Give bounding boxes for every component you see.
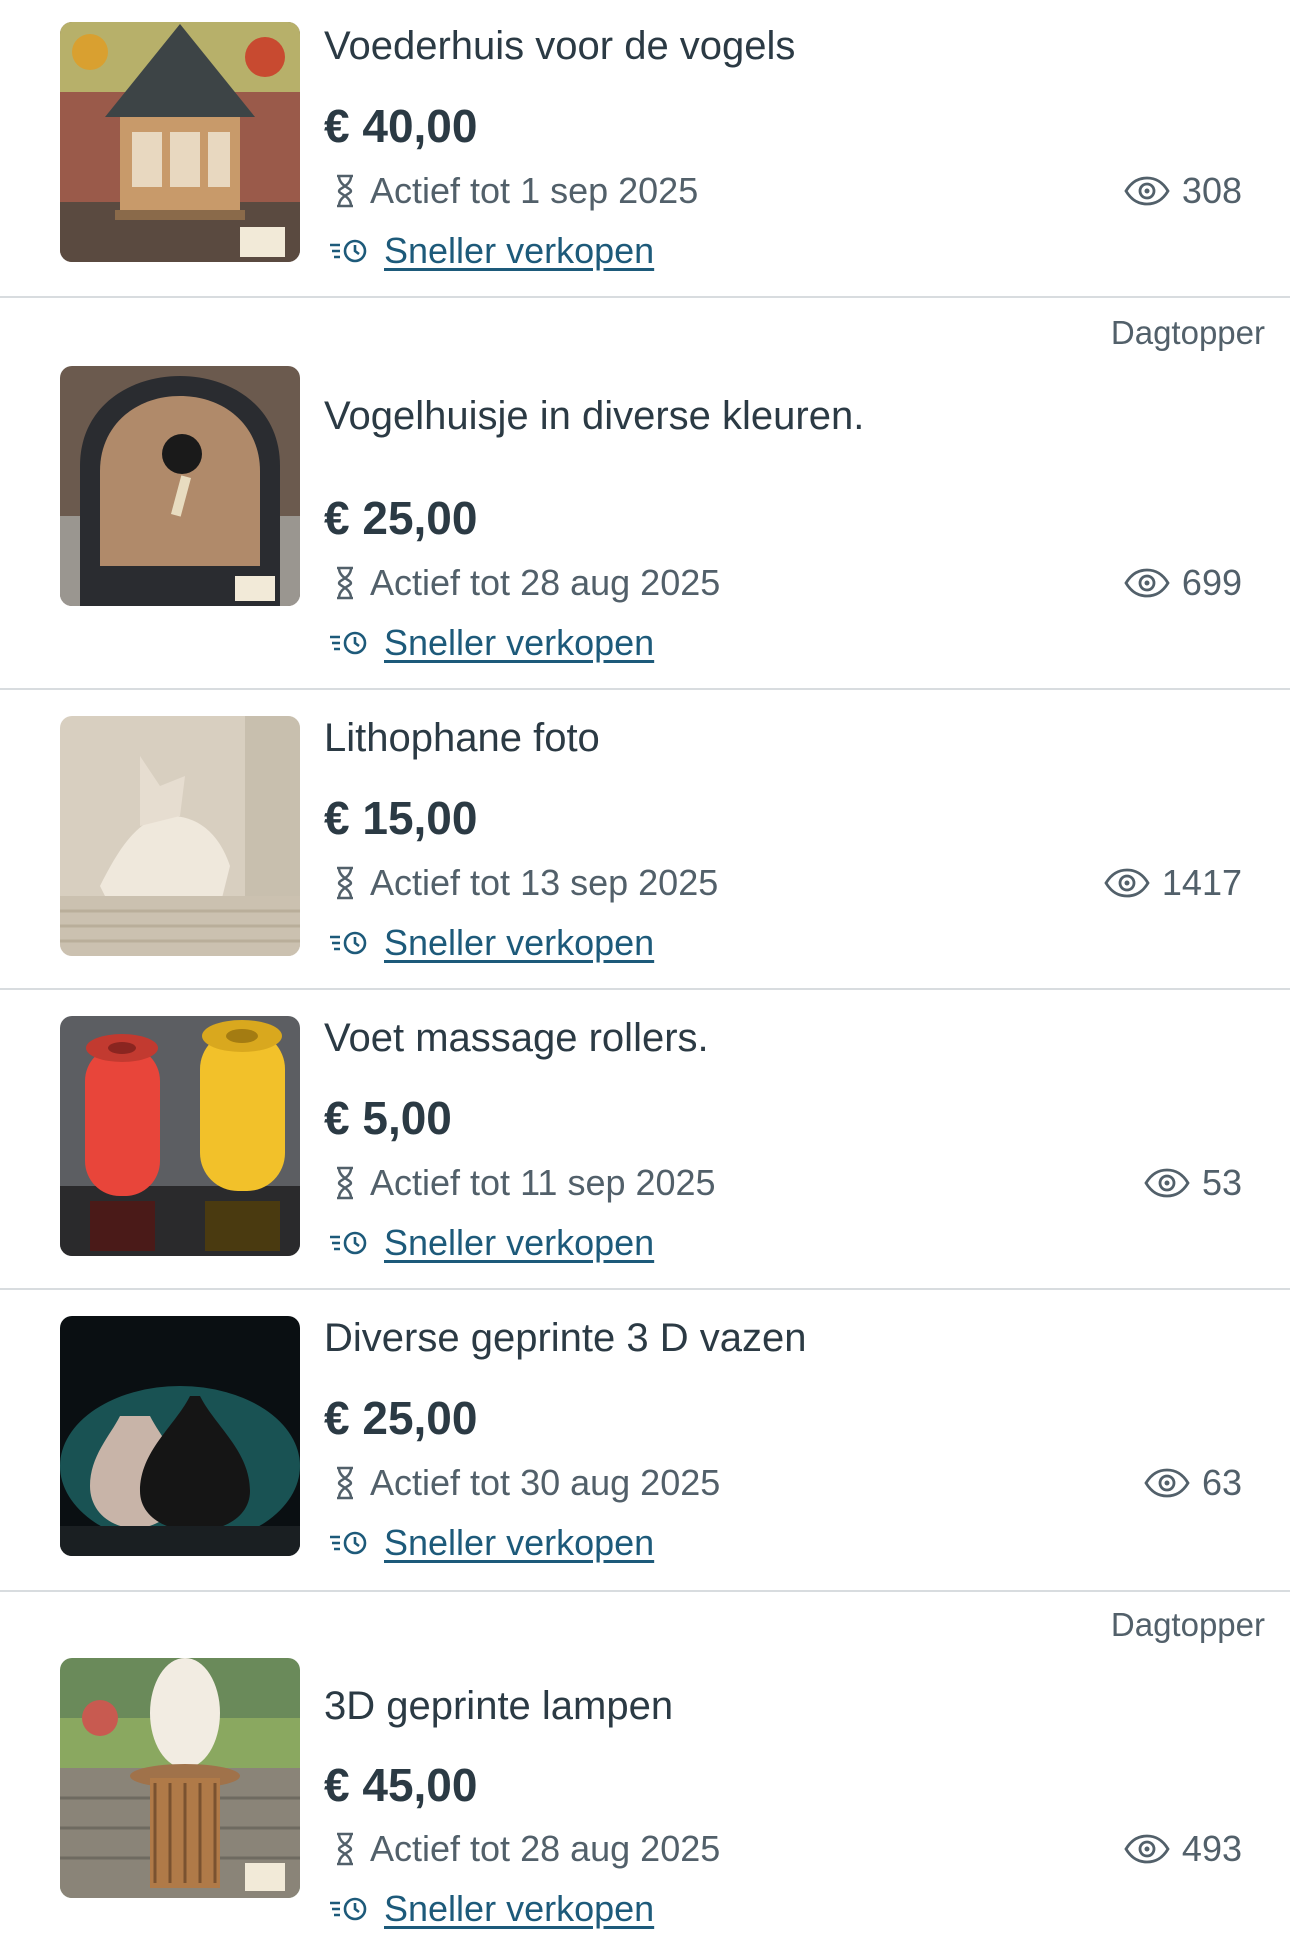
view-count-value: 1417 bbox=[1161, 862, 1242, 903]
birdhouse-image bbox=[60, 366, 300, 606]
massage-rollers-image bbox=[60, 1016, 300, 1256]
sneller-verkopen-link[interactable]: Sneller verkopen bbox=[384, 1888, 654, 1930]
bird-feeder-image bbox=[60, 22, 300, 262]
hourglass-icon bbox=[337, 1166, 353, 1200]
boost-clock-icon bbox=[330, 1897, 367, 1921]
boost-clock-icon bbox=[330, 931, 367, 955]
sneller-verkopen-link[interactable]: Sneller verkopen bbox=[384, 1522, 654, 1564]
boost-clock-icon bbox=[330, 631, 367, 655]
eye-icon bbox=[1144, 1168, 1190, 1198]
listing-price: € 25,00 bbox=[324, 492, 478, 544]
listing-title[interactable]: Lithophane foto bbox=[324, 716, 600, 761]
expiry-text: Actief tot 28 aug 2025 bbox=[370, 1828, 721, 1869]
listing-title[interactable]: 3D geprinte lampen bbox=[324, 1684, 673, 1729]
boost-action[interactable]: Sneller verkopen bbox=[328, 1888, 654, 1930]
view-count-value: 493 bbox=[1181, 1828, 1242, 1869]
view-count: 53 bbox=[1144, 1162, 1242, 1204]
eye-icon bbox=[1124, 176, 1170, 206]
expiry-text: Actief tot 11 sep 2025 bbox=[370, 1162, 716, 1203]
listing-item[interactable]: Voet massage rollers. € 5,00 Actief tot … bbox=[0, 990, 1290, 1290]
lamp-image bbox=[60, 1658, 300, 1898]
expiry-text: Actief tot 13 sep 2025 bbox=[370, 862, 719, 903]
hourglass-icon bbox=[337, 1832, 353, 1866]
listing-price: € 15,00 bbox=[324, 792, 478, 844]
expiry-text: Actief tot 28 aug 2025 bbox=[370, 562, 721, 603]
boost-clock-icon bbox=[330, 1531, 367, 1555]
view-count-value: 699 bbox=[1181, 562, 1242, 603]
eye-icon bbox=[1144, 1468, 1190, 1498]
hourglass-icon bbox=[337, 566, 353, 600]
expiry-text: Actief tot 1 sep 2025 bbox=[370, 170, 699, 211]
boost-action[interactable]: Sneller verkopen bbox=[328, 230, 654, 272]
listing-title[interactable]: Voet massage rollers. bbox=[324, 1016, 709, 1061]
boost-clock-icon bbox=[330, 1231, 367, 1255]
listing-item[interactable]: Diverse geprinte 3 D vazen € 25,00 Actie… bbox=[0, 1290, 1290, 1592]
listing-price: € 45,00 bbox=[324, 1759, 478, 1811]
view-count: 699 bbox=[1124, 562, 1242, 604]
sneller-verkopen-link[interactable]: Sneller verkopen bbox=[384, 230, 654, 272]
listing-expiry: Actief tot 28 aug 2025 bbox=[334, 1828, 720, 1870]
listing-expiry: Actief tot 1 sep 2025 bbox=[334, 170, 698, 212]
listing-price: € 40,00 bbox=[324, 100, 478, 152]
listing-expiry: Actief tot 11 sep 2025 bbox=[334, 1162, 716, 1204]
listing-item[interactable]: Voederhuis voor de vogels € 40,00 Actief… bbox=[0, 0, 1290, 298]
eye-icon bbox=[1124, 1834, 1170, 1864]
listing-expiry: Actief tot 13 sep 2025 bbox=[334, 862, 718, 904]
listing-title[interactable]: Voederhuis voor de vogels bbox=[324, 24, 795, 69]
listing-price: € 5,00 bbox=[324, 1092, 452, 1144]
boost-action[interactable]: Sneller verkopen bbox=[328, 622, 654, 664]
sneller-verkopen-link[interactable]: Sneller verkopen bbox=[384, 622, 654, 664]
listing-item[interactable]: Dagtopper Vogelhuisje in diverse kleuren… bbox=[0, 298, 1290, 690]
listing-thumbnail[interactable] bbox=[60, 1658, 300, 1898]
dagtopper-badge: Dagtopper bbox=[1110, 1606, 1265, 1643]
listing-price: € 25,00 bbox=[324, 1392, 478, 1444]
hourglass-icon bbox=[337, 1466, 353, 1500]
view-count: 1417 bbox=[1104, 862, 1242, 904]
hourglass-icon bbox=[337, 866, 353, 900]
view-count-value: 53 bbox=[1201, 1162, 1242, 1203]
dagtopper-badge: Dagtopper bbox=[1110, 314, 1265, 351]
boost-action[interactable]: Sneller verkopen bbox=[328, 922, 654, 964]
eye-icon bbox=[1104, 868, 1150, 898]
listing-title[interactable]: Vogelhuisje in diverse kleuren. bbox=[324, 394, 864, 439]
boost-clock-icon bbox=[330, 239, 367, 263]
listing-expiry: Actief tot 30 aug 2025 bbox=[334, 1462, 720, 1504]
view-count: 63 bbox=[1144, 1462, 1242, 1504]
eye-icon bbox=[1124, 568, 1170, 598]
listing-thumbnail[interactable] bbox=[60, 22, 300, 262]
view-count: 493 bbox=[1124, 1828, 1242, 1870]
listing-title[interactable]: Diverse geprinte 3 D vazen bbox=[324, 1316, 806, 1361]
listing-thumbnail[interactable] bbox=[60, 1316, 300, 1556]
listing-thumbnail[interactable] bbox=[60, 1016, 300, 1256]
expiry-text: Actief tot 30 aug 2025 bbox=[370, 1462, 721, 1503]
view-count-value: 308 bbox=[1181, 170, 1242, 211]
listing-item[interactable]: Dagtopper 3D geprinte lampen € 45,00 Act… bbox=[0, 1592, 1290, 1934]
listing-thumbnail[interactable] bbox=[60, 716, 300, 956]
view-count-value: 63 bbox=[1201, 1462, 1242, 1503]
lithophane-image bbox=[60, 716, 300, 956]
view-count: 308 bbox=[1124, 170, 1242, 212]
boost-action[interactable]: Sneller verkopen bbox=[328, 1522, 654, 1564]
hourglass-icon bbox=[337, 174, 353, 208]
listing-item[interactable]: Lithophane foto € 15,00 Actief tot 13 se… bbox=[0, 690, 1290, 990]
listing-expiry: Actief tot 28 aug 2025 bbox=[334, 562, 720, 604]
vases-image bbox=[60, 1316, 300, 1556]
listing-thumbnail[interactable] bbox=[60, 366, 300, 606]
sneller-verkopen-link[interactable]: Sneller verkopen bbox=[384, 922, 654, 964]
sneller-verkopen-link[interactable]: Sneller verkopen bbox=[384, 1222, 654, 1264]
boost-action[interactable]: Sneller verkopen bbox=[328, 1222, 654, 1264]
